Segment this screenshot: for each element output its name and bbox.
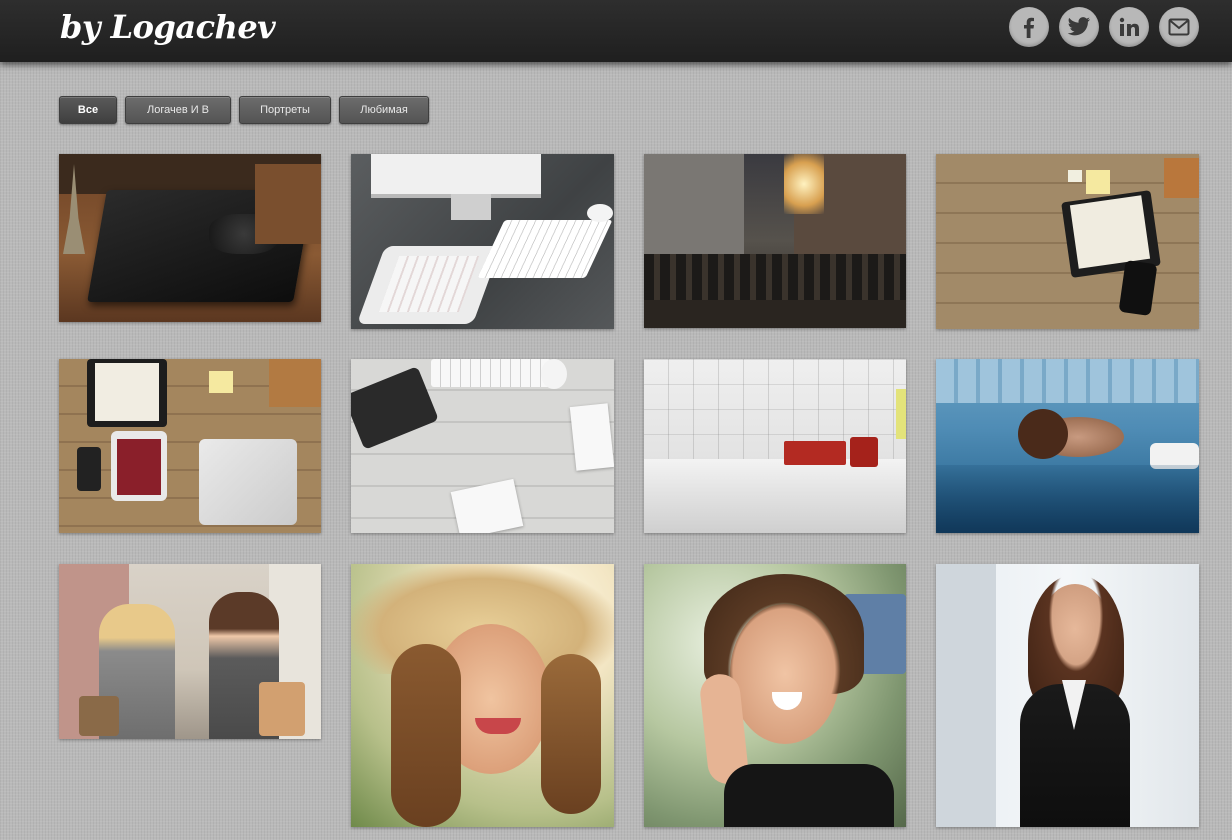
gallery-photo-wallet[interactable]	[59, 154, 321, 322]
gallery-photo-businesswoman[interactable]	[936, 564, 1199, 827]
filter-logachev-button[interactable]: Логачев И В	[125, 96, 231, 124]
gallery-photo-selfie[interactable]	[644, 564, 906, 827]
gallery-photo-white-desk[interactable]	[351, 359, 614, 533]
gallery-photo-interior-sketch[interactable]	[644, 359, 906, 533]
linkedin-button[interactable]	[1109, 7, 1149, 47]
top-header: by Logachev	[0, 0, 1232, 62]
gallery-photo-straw-hat[interactable]	[351, 564, 614, 827]
filter-all-button[interactable]: Все	[59, 96, 117, 124]
filter-favorite-button[interactable]: Любимая	[339, 96, 429, 124]
gallery-photo-pool[interactable]	[936, 359, 1199, 533]
twitter-button[interactable]	[1059, 7, 1099, 47]
mail-button[interactable]	[1159, 7, 1199, 47]
mail-icon	[1168, 18, 1190, 36]
filter-portraits-button[interactable]: Портреты	[239, 96, 331, 124]
linkedin-icon	[1119, 17, 1139, 36]
site-logo[interactable]: by Logachev	[60, 8, 276, 46]
twitter-icon	[1067, 17, 1090, 36]
facebook-icon	[1024, 17, 1034, 38]
gallery-photo-desk-flatlay[interactable]	[59, 359, 321, 533]
gallery-photo-tablet-desk[interactable]	[351, 154, 614, 329]
facebook-button[interactable]	[1009, 7, 1049, 47]
gallery-photo-city-street[interactable]	[644, 154, 906, 328]
gallery-photo-organizer[interactable]	[936, 154, 1199, 329]
gallery-photo-shopping[interactable]	[59, 564, 321, 739]
